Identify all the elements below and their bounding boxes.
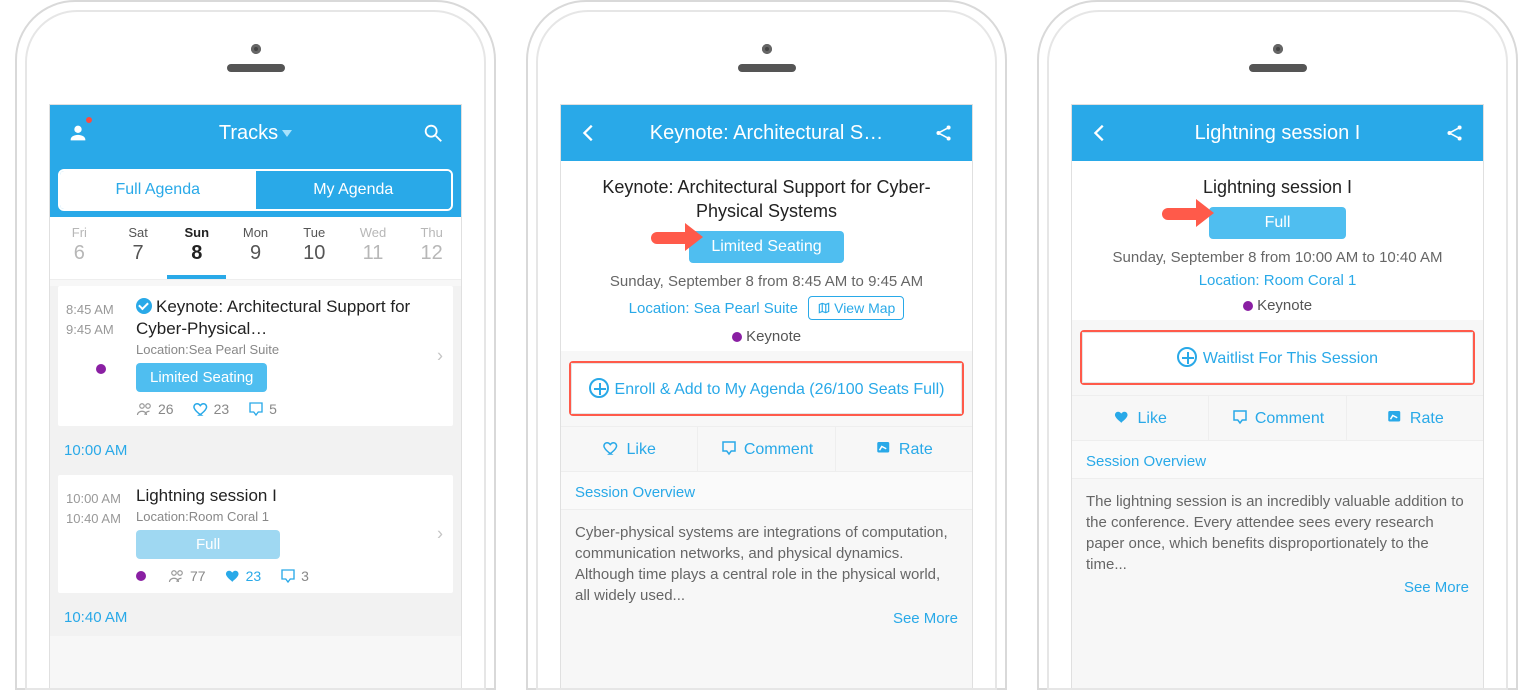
- back-icon[interactable]: [571, 115, 607, 151]
- day-tab-sun[interactable]: Sun8: [167, 217, 226, 279]
- session-card-lightning[interactable]: 10:00 AM 10:40 AM Lightning session I Lo…: [58, 475, 453, 593]
- day-tab-tue[interactable]: Tue10: [285, 217, 344, 279]
- rate-button[interactable]: Rate: [1347, 396, 1483, 440]
- phone-keynote-detail: Keynote: Architectural S… Keynote: Archi…: [526, 0, 1007, 690]
- session-end: 10:40 AM: [66, 509, 136, 529]
- session-title: Lightning session I: [136, 485, 427, 507]
- status-limited-pill: Limited Seating: [136, 363, 267, 392]
- tracks-dropdown[interactable]: Tracks: [96, 122, 415, 145]
- day-tab-thu[interactable]: Thu12: [402, 217, 461, 279]
- see-more-link[interactable]: See More: [561, 610, 972, 633]
- enrolled-badge-icon: [136, 298, 152, 314]
- agenda-segment: Full Agenda My Agenda: [58, 169, 453, 211]
- day-tab-wed[interactable]: Wed11: [344, 217, 403, 279]
- chevron-down-icon: [282, 130, 292, 137]
- comment-button[interactable]: Comment: [1209, 396, 1346, 440]
- session-title: Keynote: Architectural Support for Cyber…: [136, 297, 410, 338]
- session-start: 8:45 AM: [66, 300, 136, 320]
- tab-my-agenda[interactable]: My Agenda: [256, 171, 452, 209]
- session-title: Lightning session I: [1082, 175, 1473, 199]
- session-datetime: Sunday, September 8 from 10:00 AM to 10:…: [1082, 249, 1473, 266]
- like-count[interactable]: 23: [224, 567, 262, 585]
- day-tab-mon[interactable]: Mon9: [226, 217, 285, 279]
- callout-arrow-icon: [1162, 199, 1214, 227]
- time-separator: 10:00 AM: [50, 432, 461, 469]
- page-title: Lightning session I: [1118, 122, 1437, 145]
- chevron-right-icon: ›: [437, 346, 443, 367]
- back-icon[interactable]: [1082, 115, 1118, 151]
- day-tab-fri[interactable]: Fri6: [50, 217, 109, 279]
- session-overview-text: Cyber-physical systems are integrations …: [561, 510, 972, 610]
- comment-count[interactable]: 3: [279, 567, 309, 585]
- waitlist-callout: Waitlist For This Session: [1080, 330, 1475, 385]
- day-tab-sat[interactable]: Sat7: [109, 217, 168, 279]
- track-dot-icon: [732, 332, 742, 342]
- session-location: Location:Room Coral 1: [136, 509, 427, 524]
- tab-full-agenda[interactable]: Full Agenda: [60, 171, 256, 209]
- comment-count[interactable]: 5: [247, 400, 277, 418]
- action-bar: Tracks: [50, 105, 461, 161]
- section-header: Session Overview: [1072, 441, 1483, 479]
- session-start: 10:00 AM: [66, 489, 136, 509]
- section-header: Session Overview: [561, 472, 972, 510]
- track-dot-icon: [1243, 301, 1253, 311]
- comment-button[interactable]: Comment: [698, 427, 835, 471]
- phone-agenda: Tracks Full Agenda My Agenda Fri6Sat7Sun…: [15, 0, 496, 690]
- callout-arrow-icon: [651, 223, 703, 251]
- session-location: Location:Sea Pearl Suite: [136, 342, 427, 357]
- action-bar: Lightning session I: [1072, 105, 1483, 161]
- status-full-pill: Full: [136, 530, 280, 559]
- time-separator: 10:40 AM: [50, 599, 461, 636]
- like-button[interactable]: Like: [1072, 396, 1209, 440]
- day-strip: Fri6Sat7Sun8Mon9Tue10Wed11Thu12: [50, 217, 461, 280]
- search-icon[interactable]: [415, 115, 451, 151]
- session-end: 9:45 AM: [66, 320, 136, 340]
- share-icon[interactable]: [926, 115, 962, 151]
- status-limited-pill: Limited Seating: [689, 231, 843, 263]
- profile-icon[interactable]: [60, 115, 96, 151]
- session-card-keynote[interactable]: 8:45 AM 9:45 AM Keynote: Architectural S…: [58, 286, 453, 426]
- phone-lightning-detail: Lightning session I Lightning session I …: [1037, 0, 1518, 690]
- session-overview-text: The lightning session is an incredibly v…: [1072, 479, 1483, 579]
- track-dot-icon: [96, 364, 106, 374]
- session-location-link[interactable]: Location: Sea Pearl Suite: [629, 300, 798, 317]
- share-icon[interactable]: [1437, 115, 1473, 151]
- attendee-count: 77: [168, 567, 206, 585]
- rate-button[interactable]: Rate: [836, 427, 972, 471]
- page-title: Keynote: Architectural S…: [607, 122, 926, 145]
- like-button[interactable]: Like: [561, 427, 698, 471]
- waitlist-button[interactable]: Waitlist For This Session: [1082, 332, 1473, 383]
- notification-dot: [86, 117, 92, 123]
- like-count[interactable]: 23: [192, 400, 230, 418]
- view-map-button[interactable]: View Map: [808, 296, 904, 320]
- chevron-right-icon: ›: [437, 524, 443, 545]
- session-title: Keynote: Architectural Support for Cyber…: [571, 175, 962, 223]
- session-location-link[interactable]: Location: Room Coral 1: [1199, 272, 1357, 289]
- track-dot-icon: [136, 571, 146, 581]
- see-more-link[interactable]: See More: [1072, 579, 1483, 602]
- track-label: Keynote: [746, 328, 801, 345]
- track-label: Keynote: [1257, 297, 1312, 314]
- action-bar: Keynote: Architectural S…: [561, 105, 972, 161]
- session-datetime: Sunday, September 8 from 8:45 AM to 9:45…: [571, 273, 962, 290]
- plus-circle-icon: [589, 378, 609, 398]
- attendee-count: 26: [136, 400, 174, 418]
- enroll-button[interactable]: Enroll & Add to My Agenda (26/100 Seats …: [571, 363, 962, 414]
- status-full-pill: Full: [1209, 207, 1347, 239]
- plus-circle-icon: [1177, 347, 1197, 367]
- enroll-callout: Enroll & Add to My Agenda (26/100 Seats …: [569, 361, 964, 416]
